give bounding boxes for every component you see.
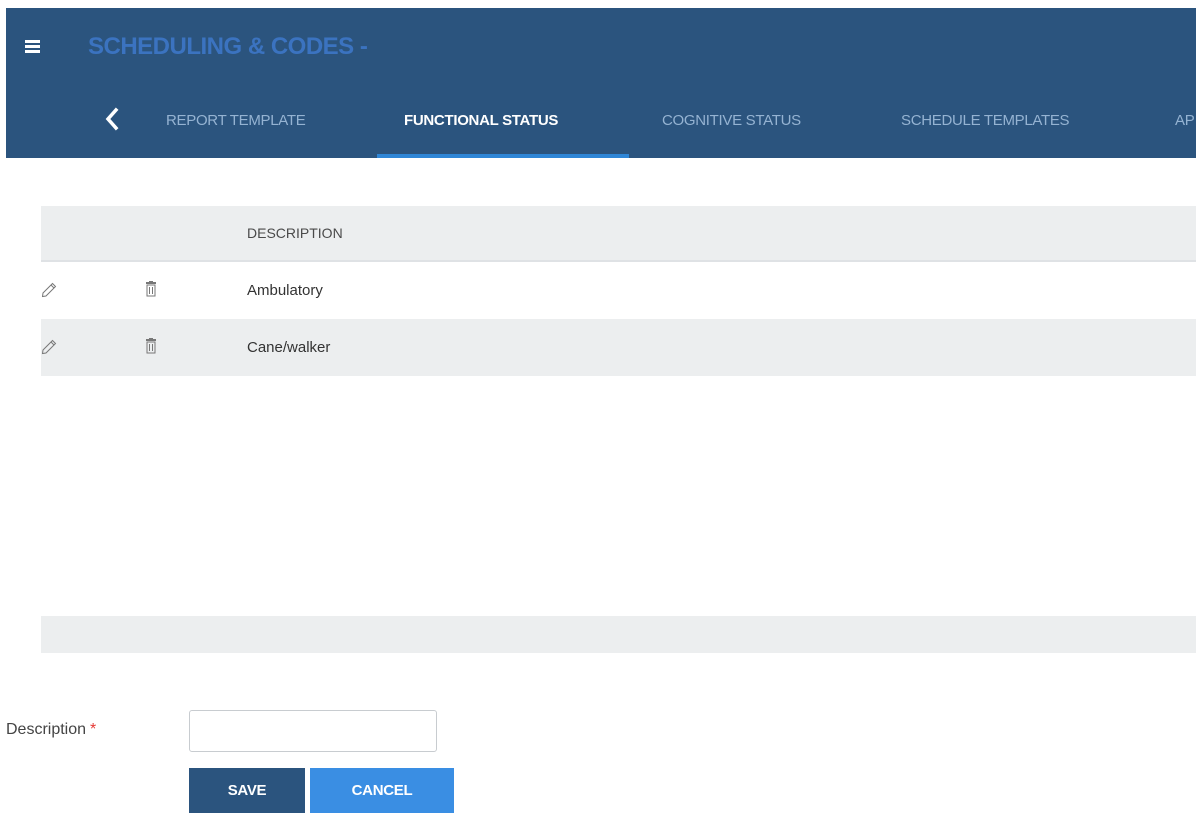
table-footer (41, 616, 1196, 653)
tab-cognitive-status[interactable]: COGNITIVE STATUS (662, 96, 801, 158)
hamburger-menu-icon[interactable] (25, 40, 40, 54)
description-label: Description * (6, 721, 96, 739)
table-row: Cane/walker (41, 319, 1196, 376)
save-button[interactable]: SAVE (189, 768, 305, 813)
pencil-icon[interactable] (41, 282, 57, 298)
cancel-button[interactable]: CANCEL (310, 768, 454, 813)
tab-schedule-templates[interactable]: SCHEDULE TEMPLATES (901, 96, 1070, 158)
tab-functional-status[interactable]: FUNCTIONAL STATUS (404, 96, 558, 158)
app-header: SCHEDULING & CODES - REPORT TEMPLATE FUN… (6, 8, 1196, 158)
pencil-icon[interactable] (41, 339, 57, 355)
trash-icon[interactable] (145, 338, 157, 354)
tab-bar: REPORT TEMPLATE FUNCTIONAL STATUS COGNIT… (6, 96, 1196, 158)
column-header-description[interactable]: DESCRIPTION (247, 206, 343, 260)
table-row: Ambulatory (41, 262, 1196, 319)
tab-report-template[interactable]: REPORT TEMPLATE (166, 96, 306, 158)
row-description: Cane/walker (247, 339, 331, 356)
description-input[interactable] (189, 710, 437, 752)
page-title: SCHEDULING & CODES - (88, 33, 368, 60)
tab-ap[interactable]: AP (1175, 96, 1195, 158)
active-tab-indicator (377, 154, 629, 158)
description-label-text: Description (6, 721, 87, 738)
table-header: DESCRIPTION (41, 206, 1196, 262)
description-table: DESCRIPTION Ambulatory Cane/walker (41, 206, 1196, 376)
trash-icon[interactable] (145, 281, 157, 297)
required-marker: * (90, 721, 97, 738)
row-description: Ambulatory (247, 282, 323, 299)
